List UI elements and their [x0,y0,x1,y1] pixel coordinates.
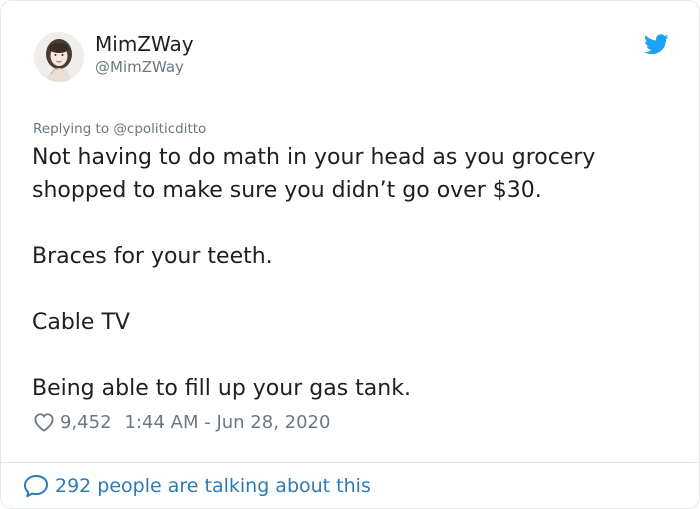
avatar[interactable] [34,32,84,82]
tweet-line: Not having to do math in your head as yo… [32,145,596,170]
tweet-line: Braces for your teeth. [32,244,273,269]
divider [1,462,699,463]
tweet-line: Being able to fill up your gas tank. [32,376,411,401]
twitter-bird-icon[interactable] [644,34,669,55]
reply-context: Replying to @cpoliticditto [33,120,206,138]
reply-prefix: Replying to [33,121,110,137]
reply-mention-link[interactable]: @cpoliticditto [113,121,206,137]
user-handle[interactable]: @MimZWay [95,58,184,76]
tweet-line: shopped to make sure you didn’t go over … [32,178,542,203]
display-name[interactable]: MimZWay [95,32,194,56]
tweet-text: Not having to do math in your head as yo… [32,141,672,405]
conversation-link[interactable]: 292 people are talking about this [23,472,371,500]
heart-icon[interactable] [33,412,55,432]
tweet-line: Cable TV [32,310,130,335]
conversation-label[interactable]: 292 people are talking about this [55,475,371,497]
speech-bubble-icon [23,474,49,498]
timestamp-link[interactable]: 1:44 AM - Jun 28, 2020 [125,412,331,433]
tweet-card: MimZWay @MimZWay Replying to @cpoliticdi… [0,0,700,509]
like-count[interactable]: 9,452 [60,412,112,433]
tweet-meta: 9,452 1:44 AM - Jun 28, 2020 [33,409,330,435]
